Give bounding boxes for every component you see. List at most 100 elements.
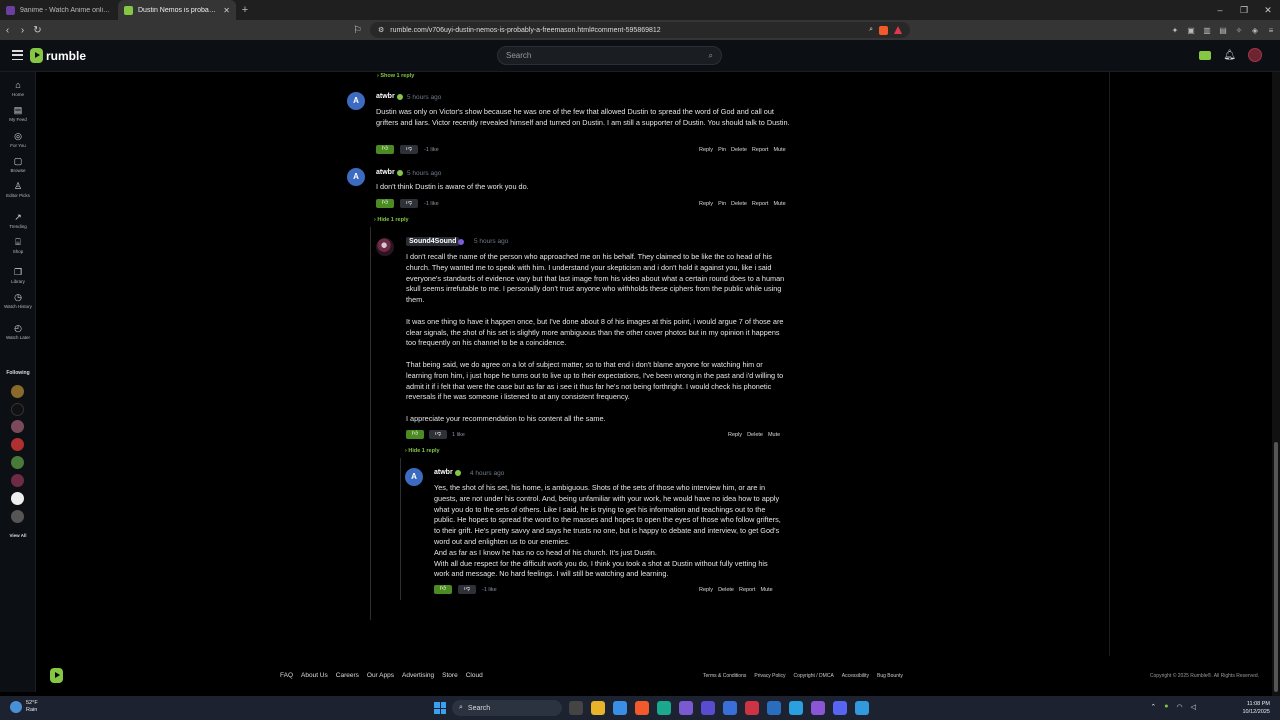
- mute-button[interactable]: Mute: [773, 147, 785, 153]
- app-icon[interactable]: [745, 701, 759, 715]
- followed-channel-avatar[interactable]: [11, 474, 24, 487]
- footer-link[interactable]: About Us: [301, 672, 328, 679]
- close-window-button[interactable]: ✕: [1256, 0, 1280, 20]
- search-icon[interactable]: ⌕: [709, 51, 713, 61]
- avatar[interactable]: A: [347, 92, 365, 110]
- wifi-icon[interactable]: ◠: [1177, 703, 1183, 711]
- tray-chevron-icon[interactable]: ⌃: [1150, 703, 1156, 711]
- upvote-button[interactable]: 👍︎: [376, 199, 394, 208]
- vpn-icon[interactable]: ◈: [1250, 26, 1260, 35]
- upvote-button[interactable]: 👍︎: [406, 430, 424, 439]
- comment-timestamp[interactable]: 5 hours ago: [407, 170, 441, 177]
- report-button[interactable]: Report: [752, 147, 769, 153]
- address-bar[interactable]: ⚙ rumble.com/v706uyi-dustin-nemos-is-pro…: [370, 22, 910, 38]
- sidebar-item-shop[interactable]: ⌸ Shop: [0, 237, 36, 254]
- close-tab-icon[interactable]: ✕: [223, 6, 230, 15]
- footer-link[interactable]: Accessibility: [842, 673, 869, 679]
- reply-button[interactable]: Reply: [699, 201, 713, 207]
- vscode-icon[interactable]: [723, 701, 737, 715]
- reply-button[interactable]: Reply: [699, 147, 713, 153]
- footer-link[interactable]: Our Apps: [367, 672, 394, 679]
- hide-replies-toggle[interactable]: › Hide 1 reply: [374, 217, 409, 223]
- downvote-button[interactable]: 👎︎: [429, 430, 447, 439]
- brave-icon[interactable]: [635, 701, 649, 715]
- bookmark-icon[interactable]: ⚐: [350, 25, 365, 36]
- wallet-icon[interactable]: ▣: [1186, 26, 1196, 35]
- mic-icon[interactable]: ●: [1164, 703, 1168, 711]
- comment-timestamp[interactable]: 5 hours ago: [474, 238, 508, 245]
- extension-icon[interactable]: ✦: [1170, 26, 1180, 35]
- followed-channel-avatar[interactable]: [11, 492, 24, 505]
- footer-link[interactable]: Advertising: [402, 672, 434, 679]
- followed-channel-avatar[interactable]: [11, 456, 24, 469]
- sidebar-item-library[interactable]: ❐ Library: [0, 267, 36, 284]
- weather-widget[interactable]: 52°F Rain: [10, 700, 38, 714]
- mute-button[interactable]: Mute: [768, 432, 780, 438]
- footer-link[interactable]: Bug Bounty: [877, 673, 903, 679]
- twitch-icon[interactable]: [811, 701, 825, 715]
- followed-channel-avatar[interactable]: [11, 438, 24, 451]
- file-explorer-icon[interactable]: [591, 701, 605, 715]
- followed-channel-avatar[interactable]: [11, 510, 24, 523]
- downvote-button[interactable]: 👎︎: [400, 145, 418, 154]
- scrollbar-thumb[interactable]: [1274, 442, 1278, 692]
- footer-link[interactable]: Store: [442, 672, 458, 679]
- followed-channel-avatar[interactable]: [11, 420, 24, 433]
- show-replies-toggle[interactable]: › Show 1 reply: [377, 73, 414, 79]
- maximize-button[interactable]: ❐: [1232, 0, 1256, 20]
- leo-icon[interactable]: ✧: [1234, 26, 1244, 35]
- footer-link[interactable]: Terms & Conditions: [703, 673, 746, 679]
- app-icon[interactable]: [855, 701, 869, 715]
- page-scrollbar[interactable]: [1272, 72, 1280, 696]
- sidebar-item-home[interactable]: ⌂ Home: [0, 80, 36, 97]
- forward-icon[interactable]: ›: [15, 25, 30, 36]
- sidebar-item-watch-history[interactable]: ◷ Watch History: [0, 292, 36, 309]
- brave-rewards-icon[interactable]: [894, 26, 902, 34]
- mute-button[interactable]: Mute: [773, 201, 785, 207]
- notifications-bell-icon[interactable]: 🔔︎: [1223, 50, 1236, 61]
- comment-username[interactable]: atwbr: [376, 169, 395, 176]
- followed-channel-avatar[interactable]: [11, 385, 24, 398]
- discord-icon[interactable]: [833, 701, 847, 715]
- sidebar-item-editor-picks[interactable]: ♙ Editor Picks: [0, 181, 36, 198]
- windows-start-icon[interactable]: [434, 702, 446, 714]
- system-clock[interactable]: 11:08 PM 10/12/2025: [1242, 700, 1270, 716]
- tab-search-icon[interactable]: ▤: [1218, 26, 1228, 35]
- hide-replies-toggle[interactable]: › Hide 1 reply: [405, 448, 440, 454]
- comment-username[interactable]: Sound4Sound: [406, 237, 460, 246]
- comment-timestamp[interactable]: 5 hours ago: [407, 94, 441, 101]
- brave-shield-icon[interactable]: [879, 25, 888, 35]
- footer-link[interactable]: Cloud: [466, 672, 483, 679]
- tab-9anime[interactable]: 9anime - Watch Anime online with DUB: [0, 0, 118, 20]
- pin-button[interactable]: Pin: [718, 201, 726, 207]
- zoom-icon[interactable]: ⌕: [869, 26, 873, 34]
- comment-timestamp[interactable]: 4 hours ago: [470, 470, 504, 477]
- task-view-icon[interactable]: [569, 701, 583, 715]
- search-input[interactable]: Search ⌕: [497, 46, 722, 65]
- pin-button[interactable]: Pin: [718, 147, 726, 153]
- followed-channel-avatar[interactable]: [11, 403, 24, 416]
- sidebar-icon[interactable]: ▥: [1202, 26, 1212, 35]
- delete-button[interactable]: Delete: [747, 432, 763, 438]
- tab-rumble[interactable]: Dustin Nemos is probably a freemason ✕: [118, 0, 236, 20]
- delete-button[interactable]: Delete: [731, 147, 747, 153]
- volume-icon[interactable]: ◁: [1191, 703, 1196, 711]
- rumble-logo-icon[interactable]: [50, 668, 63, 683]
- footer-link[interactable]: Privacy Policy: [754, 673, 785, 679]
- footer-link[interactable]: FAQ: [280, 672, 293, 679]
- steam-icon[interactable]: [767, 701, 781, 715]
- upload-video-icon[interactable]: [1199, 50, 1212, 60]
- minimize-button[interactable]: –: [1208, 0, 1232, 20]
- mute-button[interactable]: Mute: [760, 587, 772, 593]
- downvote-button[interactable]: 👎︎: [458, 585, 476, 594]
- avatar[interactable]: A: [405, 468, 423, 486]
- reload-icon[interactable]: ↻: [30, 25, 45, 36]
- upvote-button[interactable]: 👍︎: [434, 585, 452, 594]
- sidebar-item-for-you[interactable]: ◎ For You: [0, 131, 36, 148]
- delete-button[interactable]: Delete: [718, 587, 734, 593]
- avatar[interactable]: A: [347, 168, 365, 186]
- edge-icon[interactable]: [657, 701, 671, 715]
- sidebar-item-my-feed[interactable]: ▤ My Feed: [0, 105, 36, 122]
- telegram-icon[interactable]: [789, 701, 803, 715]
- site-info-icon[interactable]: ⚙: [378, 26, 384, 34]
